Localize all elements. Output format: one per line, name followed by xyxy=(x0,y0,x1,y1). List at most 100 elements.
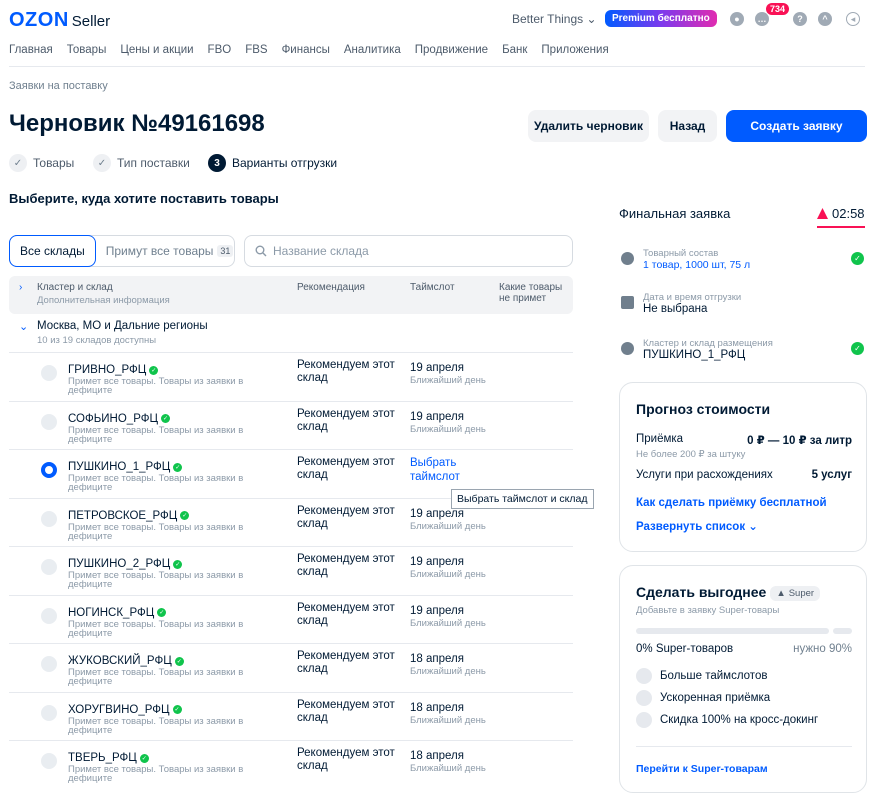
super-card: Сделать выгоднее ▲ Super Добавьте в заявку… xyxy=(619,565,867,793)
back-button[interactable]: Назад xyxy=(658,110,717,142)
feature-icon xyxy=(636,690,652,706)
warehouse-sub: Примет все товары. Товары из заявки в де… xyxy=(68,618,244,639)
nav-item[interactable]: Цены и акции xyxy=(120,44,193,56)
nav-item[interactable]: Главная xyxy=(9,44,53,56)
progress-left: 0% Super-товаров xyxy=(636,643,734,655)
accept-row: Приёмка 0 ₽ — 10 ₽ за литр xyxy=(636,433,852,447)
warehouse-row[interactable]: ТВЕРЬ_РФЦ ✓ Примет все товары. Товары из з… xyxy=(9,740,573,788)
account-selector[interactable]: Better Things ⌄ xyxy=(512,12,597,26)
warehouse-search-input[interactable]: Название склада xyxy=(244,235,573,267)
help-icon[interactable]: ? xyxy=(793,12,807,26)
warehouse-row[interactable]: ХОРУГВИНО_РФЦ ✓ Примет все товары. Товары … xyxy=(9,691,573,740)
warehouse-radio[interactable] xyxy=(41,462,57,478)
warehouse-row[interactable]: НОГИНСК_РФЦ ✓ Примет все товары. Товары из… xyxy=(9,594,573,643)
feature-icon xyxy=(636,668,652,684)
warehouse-name-row: СОФЬИНО_РФЦ ✓ xyxy=(68,413,170,425)
verified-icon: ✓ xyxy=(157,608,167,617)
warehouse-radio[interactable] xyxy=(41,559,57,575)
expand-list-link[interactable]: Развернуть список ⌄ xyxy=(636,519,758,533)
step-supply-type[interactable]: ✓ Тип поставки xyxy=(93,154,190,172)
nav-item[interactable]: Банк xyxy=(502,44,527,56)
warehouse-name: ПУШКИНО_2_РФЦ xyxy=(68,558,171,570)
nav-item[interactable]: Продвижение xyxy=(415,44,488,56)
warehouse-radio[interactable] xyxy=(41,704,57,721)
services-row: Услуги при расхождениях 5 услуг xyxy=(636,469,852,481)
recommendation: Рекомендуем этот склад xyxy=(297,407,395,433)
nav-item[interactable]: Аналитика xyxy=(344,44,401,56)
step-label: Тип поставки xyxy=(117,156,190,170)
summary-value[interactable]: 1 товар, 1000 шт, 75 л xyxy=(643,259,750,271)
warehouse-radio[interactable] xyxy=(41,413,57,430)
step-label: Варианты отгрузки xyxy=(232,156,338,170)
check-icon: ✓ xyxy=(851,342,864,355)
warehouse-sub: Примет все товары. Товары из заявки в де… xyxy=(68,376,244,396)
verified-icon: ✓ xyxy=(161,414,170,423)
nav-item[interactable]: FBO xyxy=(208,44,232,56)
step-shipping-options[interactable]: 3 Варианты отгрузки xyxy=(208,154,337,172)
recommendation: Рекомендуем этот склад xyxy=(297,504,395,530)
ozon-logo[interactable]: OZON Seller xyxy=(9,9,110,32)
delete-draft-button[interactable]: Удалить черновик xyxy=(528,110,649,142)
recommendation: Рекомендуем этот склад xyxy=(297,456,395,481)
breadcrumb[interactable]: Заявки на поставку xyxy=(9,80,108,92)
step-products[interactable]: ✓ Товары xyxy=(9,154,74,172)
table-header: › Кластер и склад Дополнительная информа… xyxy=(9,276,573,314)
nav-item[interactable]: Приложения xyxy=(541,44,608,56)
nav-item[interactable]: Товары xyxy=(67,44,107,56)
verified-icon: ✓ xyxy=(173,462,183,472)
timeslot-day: Ближайший день xyxy=(410,763,486,774)
nav-item[interactable]: Финансы xyxy=(282,44,330,56)
warehouse-name: ХОРУГВИНО_РФЦ xyxy=(68,703,170,716)
warehouse-row[interactable]: ГРИВНО_РФЦ ✓ Примет все товары. Товары из … xyxy=(9,352,573,400)
recommendation: Рекомендуем этот склад xyxy=(297,650,395,675)
warehouse-radio[interactable] xyxy=(41,365,57,381)
accept-label: Приёмка xyxy=(636,433,684,445)
expand-chevron-icon[interactable]: › xyxy=(19,282,22,293)
tab-all-warehouses[interactable]: Все склады xyxy=(9,235,96,267)
feature-item: Больше таймслотов xyxy=(636,668,767,684)
tab-accept-all[interactable]: Примут все товары 31 xyxy=(96,244,234,258)
check-icon: ✓ xyxy=(851,252,864,265)
timeslot-day: Ближайший день xyxy=(410,375,486,386)
warehouse-row[interactable]: ПУШКИНО_2_РФЦ ✓ Примет все товары. Товары … xyxy=(9,546,573,594)
warehouse-name-row: ГРИВНО_РФЦ ✓ xyxy=(68,364,159,376)
free-accept-link[interactable]: Как сделать приёмку бесплатной xyxy=(636,497,827,509)
chat-icon[interactable]: … xyxy=(755,12,769,26)
warehouse-radio[interactable] xyxy=(41,753,57,769)
warehouse-row[interactable]: СОФЬИНО_РФЦ ✓ Примет все товары. Товары из… xyxy=(9,400,573,449)
summary-value: Не выбрана xyxy=(643,303,708,315)
nav-item[interactable]: FBS xyxy=(245,44,267,56)
forecast-title: Прогноз стоимости xyxy=(636,401,771,417)
super-title: Сделать выгоднее xyxy=(636,584,767,600)
warehouse-radio[interactable] xyxy=(41,510,57,527)
verified-icon: ✓ xyxy=(174,656,184,666)
chevron-down-icon: ⌄ xyxy=(19,321,29,333)
warehouse-radio[interactable] xyxy=(41,607,57,624)
timeslot: 19 апреля Ближайший день xyxy=(410,605,486,630)
timeslot-date: 19 апреля xyxy=(410,556,464,568)
logo-sub: Seller xyxy=(71,13,111,30)
timeslot-date: 18 апреля xyxy=(410,750,464,762)
super-link[interactable]: Перейти к Super-товарам xyxy=(636,763,768,775)
timeslot: 18 апреля Ближайший день xyxy=(410,702,486,727)
warehouse-name: ПУШКИНО_1_РФЦ xyxy=(68,461,171,473)
box-icon xyxy=(621,252,634,265)
progress-track-main xyxy=(636,628,829,634)
choose-timeslot-link[interactable]: Выбрать таймслот xyxy=(410,456,470,484)
recommendation: Рекомендуем этот склад xyxy=(297,359,395,384)
timer: 02:58 xyxy=(817,206,865,221)
sound-icon[interactable]: ◂ xyxy=(846,12,860,26)
logo-text: OZON xyxy=(9,9,69,31)
count-badge: 31 xyxy=(217,245,234,257)
warehouse-name-row: ЖУКОВСКИЙ_РФЦ ✓ xyxy=(68,655,184,667)
create-request-button[interactable]: Создать заявку xyxy=(726,110,867,142)
warehouse-radio[interactable] xyxy=(41,656,57,672)
timeslot: 18 апреля Ближайший день xyxy=(410,653,486,678)
premium-badge[interactable]: Premium бесплатно xyxy=(605,10,717,27)
warehouse-sub: Примет все товары. Товары из заявки в де… xyxy=(68,764,244,784)
search-icon xyxy=(255,245,267,257)
warehouse-sub: Примет все товары. Товары из заявки в де… xyxy=(68,570,244,590)
user-icon[interactable]: ● xyxy=(730,12,744,26)
warehouse-row[interactable]: ЖУКОВСКИЙ_РФЦ ✓ Примет все товары. Товары … xyxy=(9,643,573,691)
education-icon[interactable]: ^ xyxy=(818,12,832,26)
